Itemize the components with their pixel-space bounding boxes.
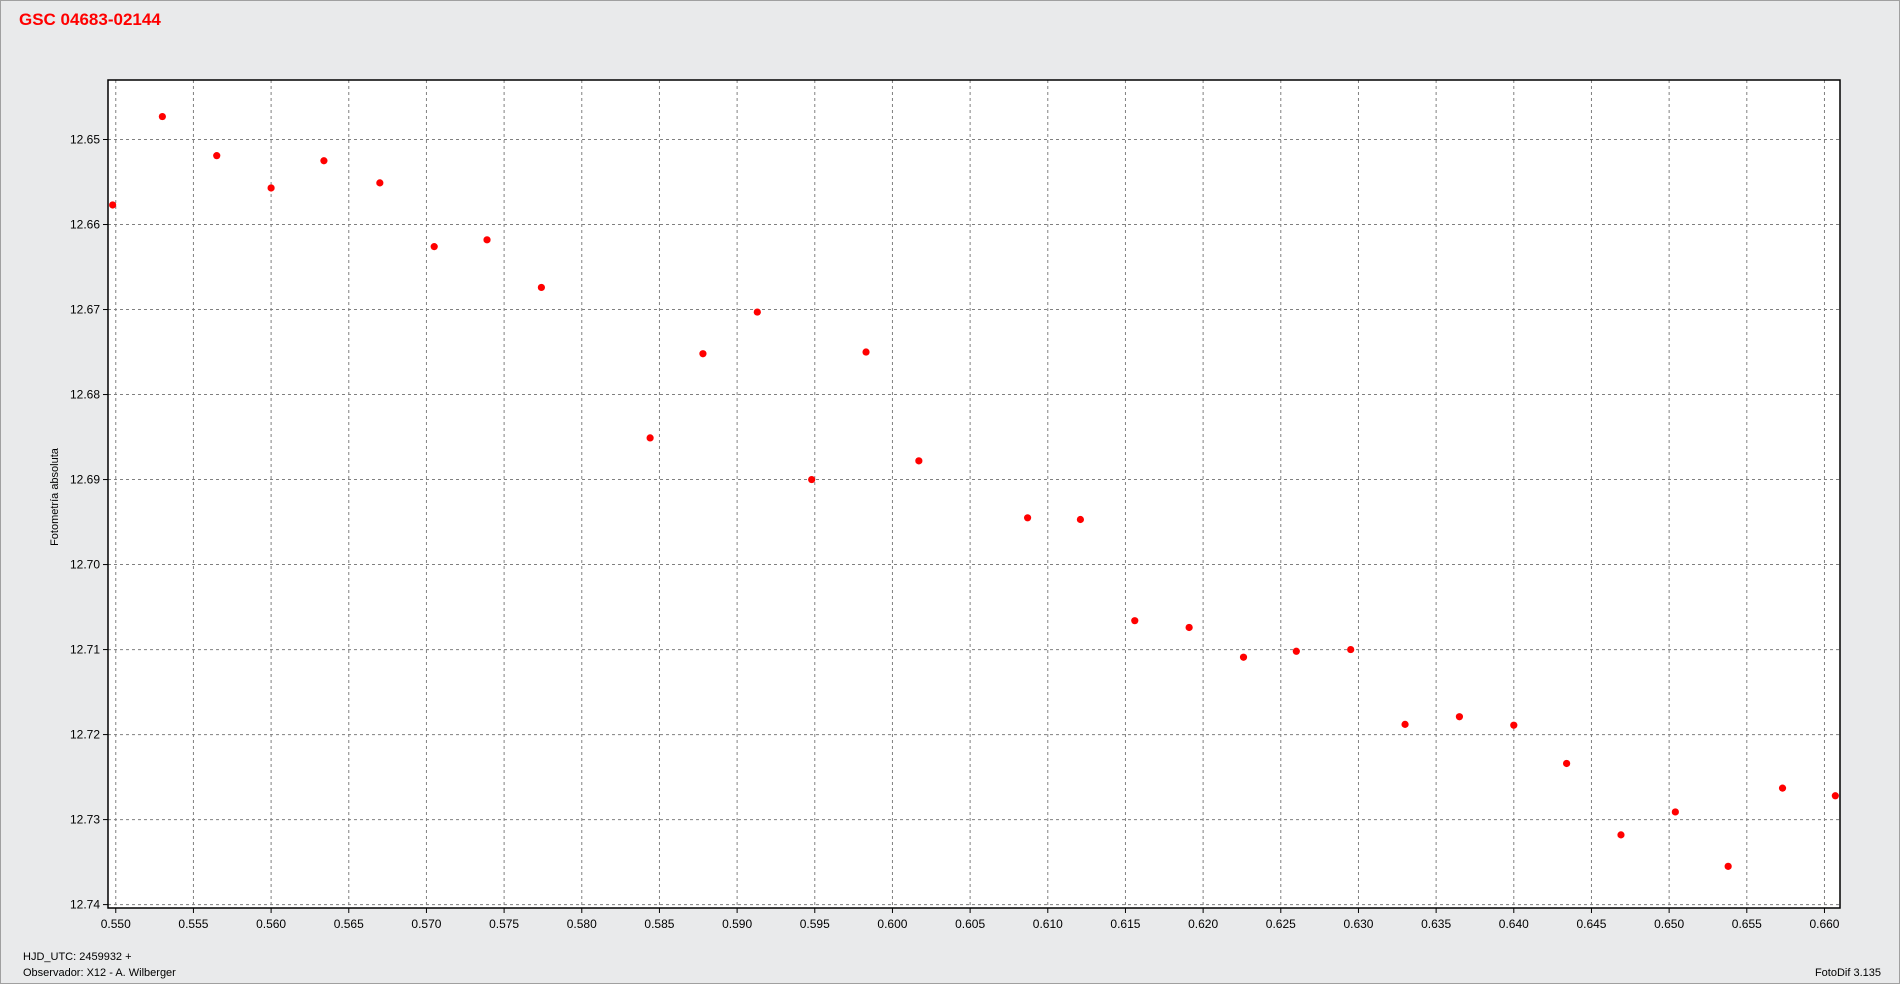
data-point	[699, 350, 707, 358]
data-point	[862, 348, 870, 356]
data-point	[1455, 713, 1464, 721]
data-point	[109, 201, 117, 209]
data-point	[753, 308, 761, 316]
data-point	[430, 243, 438, 251]
data-point	[915, 457, 923, 465]
data-point	[213, 152, 221, 160]
x-tick-label: 0.565	[334, 917, 364, 931]
x-tick-label: 0.575	[489, 917, 519, 931]
x-tick-label: 0.585	[644, 917, 674, 931]
data-point	[320, 157, 328, 165]
x-tick-label: 0.660	[1809, 917, 1839, 931]
x-tick-label: 0.590	[722, 917, 752, 931]
plot-area	[108, 80, 1840, 908]
x-tick-label: 0.635	[1421, 917, 1451, 931]
data-point	[1131, 617, 1139, 625]
x-tick-label: 0.640	[1499, 917, 1529, 931]
x-tick-label: 0.625	[1266, 917, 1296, 931]
x-tick-label: 0.600	[877, 917, 907, 931]
data-point	[1023, 514, 1032, 522]
x-tick-label: 0.570	[411, 917, 441, 931]
y-tick-label: 12.73	[70, 813, 100, 827]
y-tick-label: 12.67	[70, 303, 100, 317]
y-tick-label: 12.70	[70, 558, 100, 572]
y-tick-label: 12.69	[70, 473, 100, 487]
x-tick-label: 0.650	[1654, 917, 1684, 931]
x-tick-label: 0.610	[1033, 917, 1063, 931]
data-point	[267, 184, 275, 192]
x-tick-label: 0.550	[101, 917, 131, 931]
data-point	[1724, 862, 1732, 870]
data-point	[1185, 623, 1193, 632]
x-tick-label: 0.620	[1188, 917, 1218, 931]
data-point	[646, 434, 654, 442]
light-curve-plot: 0.550 0.555 0.560 0.565 0.570 0.575 0.580 0.585…	[70, 79, 1841, 931]
y-tick-label: 12.66	[70, 218, 100, 232]
data-point	[808, 475, 816, 484]
data-point	[1617, 831, 1625, 839]
data-point	[1292, 647, 1300, 655]
data-point	[1671, 808, 1679, 816]
y-tick-label: 12.71	[70, 643, 100, 657]
data-point	[1239, 653, 1248, 661]
y-tick-label: 12.65	[70, 133, 100, 147]
x-tick-label: 0.630	[1343, 917, 1373, 931]
x-tick-label: 0.595	[800, 917, 830, 931]
x-tick-label: 0.580	[567, 917, 597, 931]
data-point	[1401, 720, 1409, 728]
data-point	[1076, 515, 1085, 524]
data-point	[376, 179, 384, 187]
data-point	[158, 112, 166, 121]
x-tick-label: 0.560	[256, 917, 286, 931]
data-point	[1778, 784, 1787, 792]
data-point	[1831, 792, 1839, 800]
data-point	[1563, 759, 1571, 768]
y-tick-label: 12.68	[70, 388, 100, 402]
data-point	[537, 283, 545, 292]
y-tick-label: 12.74	[70, 898, 100, 912]
x-tick-label: 0.645	[1576, 917, 1606, 931]
data-point	[1510, 721, 1518, 729]
x-tick-label: 0.555	[178, 917, 208, 931]
x-tick-label: 0.655	[1732, 917, 1762, 931]
data-point	[1347, 645, 1355, 654]
x-tick-label: 0.605	[955, 917, 985, 931]
data-point	[483, 236, 491, 244]
y-tick-label: 12.72	[70, 728, 100, 742]
x-tick-label: 0.615	[1110, 917, 1140, 931]
